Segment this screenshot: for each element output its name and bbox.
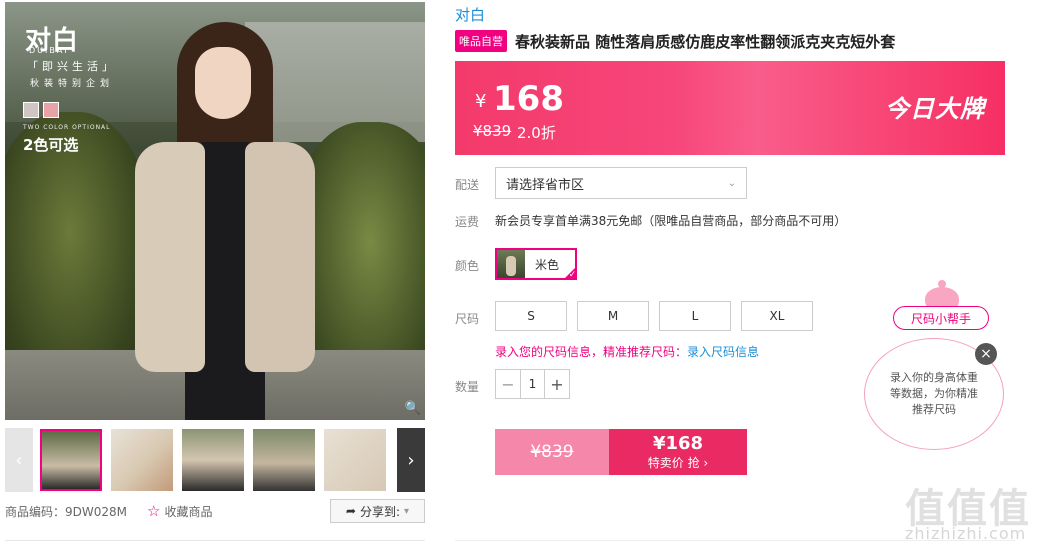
shipping-label: 运费 <box>455 215 480 229</box>
quantity-stepper: − 1 + <box>495 369 570 399</box>
star-icon: ☆ <box>147 502 161 520</box>
size-option-m[interactable]: M <box>577 301 649 331</box>
delivery-label: 配送 <box>455 178 480 192</box>
brand-link[interactable]: 对白 <box>455 4 485 25</box>
divider <box>5 540 425 541</box>
size-hint-text: 录入您的尺码信息，精准推荐尺码： <box>495 345 688 359</box>
buy-now-button[interactable]: ¥168 特卖价 抢 › <box>609 429 747 475</box>
currency-symbol: ¥ <box>475 91 487 112</box>
size-helper-text: 录入你的身高体重等数据，为你精准推荐尺码 <box>890 371 978 416</box>
discount: 2.0折 <box>517 124 556 142</box>
buy-bar: ¥839 ¥168 特卖价 抢 › <box>495 429 747 475</box>
chevron-right-icon: › <box>407 449 415 471</box>
two-color-label: 2色可选 <box>23 136 79 154</box>
buy-price: ¥168 <box>652 433 704 454</box>
favorite-label: 收藏商品 <box>164 504 213 519</box>
product-title: 春秋装新品 随性落肩质感仿鹿皮率性翻领派克夹克短外套 <box>515 32 896 51</box>
buy-original-price: ¥839 <box>495 429 609 475</box>
size-hint: 录入您的尺码信息，精准推荐尺码：录入尺码信息 <box>495 343 759 360</box>
quantity-label: 数量 <box>455 380 480 394</box>
model-figure <box>125 12 325 420</box>
size-option-l[interactable]: L <box>659 301 731 331</box>
title-row: 唯品自营 春秋装新品 随性落肩质感仿鹿皮率性翻领派克夹克短外套 <box>455 30 895 52</box>
quantity-input[interactable]: 1 <box>520 370 545 398</box>
size-helper-button[interactable]: 尺码小帮手 <box>893 306 989 330</box>
thumbnail[interactable] <box>253 429 315 491</box>
size-options: S M L XL <box>495 301 813 331</box>
product-meta: 商品编码：9DW028M ☆ 收藏商品 ➦ 分享到: ▾ <box>5 499 425 523</box>
thumbnail-list <box>40 429 386 491</box>
buy-cta: 特卖价 抢 › <box>647 456 709 470</box>
thumb-prev-button[interactable]: ‹ <box>5 428 33 492</box>
original-price: ¥839 <box>473 122 512 140</box>
color-option-label: 米色 <box>535 257 560 272</box>
thumbnail[interactable] <box>40 429 102 491</box>
close-icon[interactable]: × <box>975 343 997 365</box>
color-thumbnail <box>497 250 525 278</box>
color-label: 颜色 <box>455 259 480 273</box>
quantity-minus-button[interactable]: − <box>496 370 520 398</box>
color-swatches <box>23 102 59 118</box>
self-operated-badge: 唯品自营 <box>455 30 507 52</box>
chevron-left-icon: ‹ <box>15 449 23 471</box>
quantity-plus-button[interactable]: + <box>545 370 569 398</box>
watermark-url: zhizhizhi.com <box>905 524 1027 543</box>
thumbnail[interactable] <box>182 429 244 491</box>
zoom-icon[interactable]: 🔍 <box>405 401 421 416</box>
two-color-en: TWO COLOR OPTIONAL <box>23 124 111 131</box>
chevron-down-icon: ▾ <box>404 505 410 517</box>
slogan: 「即兴生活」 <box>27 60 117 73</box>
chevron-down-icon: ⌄ <box>727 177 736 189</box>
region-select-value: 请选择省市区 <box>506 177 585 193</box>
thumbnail[interactable] <box>324 429 386 491</box>
promo-label: 今日大牌 <box>885 95 985 123</box>
favorite-button[interactable]: ☆ 收藏商品 <box>147 502 212 520</box>
size-option-s[interactable]: S <box>495 301 567 331</box>
color-option-beige[interactable]: 米色 ✓ <box>495 248 577 280</box>
shipping-info: 新会员专享首单满38元免邮（限唯品自营商品，部分商品不可用） <box>495 214 847 228</box>
selected-check-icon: ✓ <box>563 266 577 280</box>
share-button[interactable]: ➦ 分享到: ▾ <box>330 499 425 523</box>
region-select[interactable]: 请选择省市区 ⌄ <box>495 167 747 199</box>
size-hint-link[interactable]: 录入尺码信息 <box>687 345 759 359</box>
sale-price: 168 <box>493 79 564 119</box>
thumb-next-button[interactable]: › <box>397 428 425 492</box>
size-label: 尺码 <box>455 312 480 326</box>
price-banner: ¥ 168 ¥839 2.0折 今日大牌 <box>455 61 1005 155</box>
thumbnail-strip: ‹ › <box>5 428 425 492</box>
product-code: 商品编码：9DW028M <box>5 504 127 519</box>
brand-logo-sub: DUIBAI <box>29 46 69 55</box>
swatch-1 <box>23 102 39 118</box>
thumbnail[interactable] <box>111 429 173 491</box>
size-option-xl[interactable]: XL <box>741 301 813 331</box>
share-label: 分享到: <box>359 504 401 519</box>
product-main-image[interactable]: 对白 DUIBAI 「即兴生活」 秋装特别企划 TWO COLOR OPTION… <box>5 2 425 420</box>
slogan-sub: 秋装特别企划 <box>30 79 115 89</box>
swatch-2 <box>43 102 59 118</box>
share-icon: ➦ <box>345 504 356 518</box>
